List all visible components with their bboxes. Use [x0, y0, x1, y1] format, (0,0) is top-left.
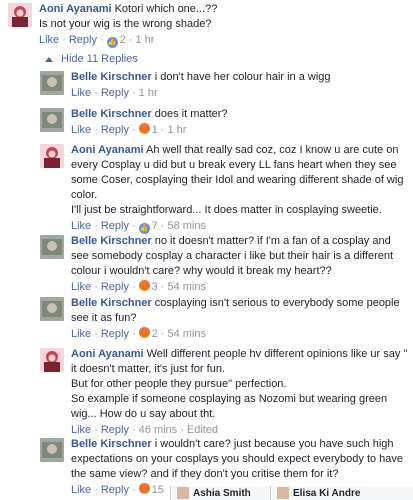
avatar[interactable]	[40, 71, 64, 95]
reply-comment: Belle Kirschner cosplaying isn't serious…	[40, 296, 410, 341]
angry-reaction-icon[interactable]	[138, 280, 150, 291]
comment-time[interactable]: 46 mins	[139, 424, 178, 436]
like-link[interactable]: Like	[71, 424, 91, 436]
reaction-count[interactable]: 15	[152, 484, 164, 496]
reply-comment: Aoni Ayanami Well different people hv di…	[40, 347, 410, 437]
like-link[interactable]: Like	[71, 328, 91, 340]
like-link[interactable]: Like	[71, 281, 91, 293]
reaction-count[interactable]: 7	[152, 220, 158, 232]
comment-text-p3: So example if someone cosplaying as Nozo…	[71, 393, 388, 420]
comment-time[interactable]: 1 hr	[167, 124, 186, 136]
reaction-count[interactable]: 2	[152, 328, 158, 340]
comment-time[interactable]: 54 mins	[167, 281, 206, 293]
hide-replies-toggle[interactable]: Hide 11 Replies	[45, 53, 138, 65]
comment-time[interactable]: 58 mins	[167, 220, 206, 232]
comment-author[interactable]: Belle Kirschner	[71, 235, 152, 247]
reply-comment: Belle Kirschner does it matter? Like · Rep…	[40, 107, 410, 137]
comment-text: does it matter?	[154, 108, 228, 120]
comment-text-line1: Kotori which one...??	[114, 3, 218, 15]
reply-comment: Aoni Ayanami Ah well that really sad coz…	[40, 143, 410, 234]
reply-link[interactable]: Reply	[101, 328, 129, 340]
chevron-up-icon	[45, 56, 53, 62]
comment-author[interactable]: Belle Kirschner	[71, 438, 152, 450]
reply-link[interactable]: Reply	[101, 87, 129, 99]
reply-comment: Belle Kirschner no it doesn't matter? if…	[40, 234, 410, 294]
angry-reaction-icon[interactable]	[138, 327, 150, 338]
hide-replies-label: Hide 11 Replies	[61, 53, 138, 65]
chat-tab-name: Elisa Ki Andre	[293, 487, 361, 499]
reply-link[interactable]: Reply	[101, 220, 129, 232]
avatar[interactable]	[40, 235, 64, 259]
avatar[interactable]	[40, 438, 64, 462]
comment-author[interactable]: Belle Kirschner	[71, 108, 152, 120]
comment-text-line2: Is not your wig is the wrong shade?	[39, 18, 212, 30]
like-link[interactable]: Like	[39, 34, 59, 46]
reply-link[interactable]: Reply	[101, 124, 129, 136]
like-link[interactable]: Like	[71, 87, 91, 99]
reply-link[interactable]: Reply	[101, 484, 129, 496]
comment-author[interactable]: Aoni Ayanami	[71, 348, 144, 360]
edited-label[interactable]: Edited	[187, 424, 218, 436]
reply-link[interactable]: Reply	[101, 424, 129, 436]
avatar[interactable]	[40, 144, 64, 168]
like-reaction-icon[interactable]: 👍	[106, 37, 118, 48]
avatar[interactable]	[40, 297, 64, 321]
chat-tab-bar: Ashia Smith Elisa Ki Andre	[170, 486, 413, 500]
angry-reaction-icon[interactable]	[138, 123, 150, 134]
reply-link[interactable]: Reply	[69, 34, 97, 46]
reaction-count[interactable]: 1	[152, 124, 158, 136]
comment-text-p2: I'll just be straightforward... It does …	[71, 204, 382, 216]
reaction-count[interactable]: 2	[120, 34, 126, 46]
like-reaction-icon[interactable]: 👍	[138, 223, 150, 234]
comment-text: i don't have her colour hair in a wigg	[154, 71, 331, 83]
comment-author[interactable]: Belle Kirschner	[71, 71, 152, 83]
avatar[interactable]	[40, 108, 64, 132]
angry-reaction-icon[interactable]	[138, 483, 150, 494]
chat-tab[interactable]: Elisa Ki Andre	[270, 486, 413, 500]
avatar[interactable]	[40, 348, 64, 372]
chat-tab-name: Ashia Smith	[193, 487, 251, 499]
reply-comment: Belle Kirschner i don't have her colour …	[40, 70, 410, 100]
comment-time[interactable]: 1 hr	[135, 34, 154, 46]
comment-author[interactable]: Aoni Ayanami	[71, 144, 144, 156]
avatar	[177, 487, 189, 499]
reaction-count[interactable]: 3	[152, 281, 158, 293]
comment-author[interactable]: Aoni Ayanami	[39, 3, 112, 15]
avatar	[277, 487, 289, 499]
comment-author[interactable]: Belle Kirschner	[71, 297, 152, 309]
comment-time[interactable]: 1 hr	[139, 87, 158, 99]
like-link[interactable]: Like	[71, 124, 91, 136]
comment: Aoni Ayanami Kotori which one...?? Is no…	[8, 2, 408, 48]
avatar[interactable]	[8, 3, 32, 27]
like-link[interactable]: Like	[71, 220, 91, 232]
chat-tab[interactable]: Ashia Smith	[170, 486, 270, 500]
reply-link[interactable]: Reply	[101, 281, 129, 293]
comment-text-p2: But for other people they pursue" perfec…	[71, 378, 287, 390]
like-link[interactable]: Like	[71, 484, 91, 496]
comment-time[interactable]: 54 mins	[167, 328, 206, 340]
